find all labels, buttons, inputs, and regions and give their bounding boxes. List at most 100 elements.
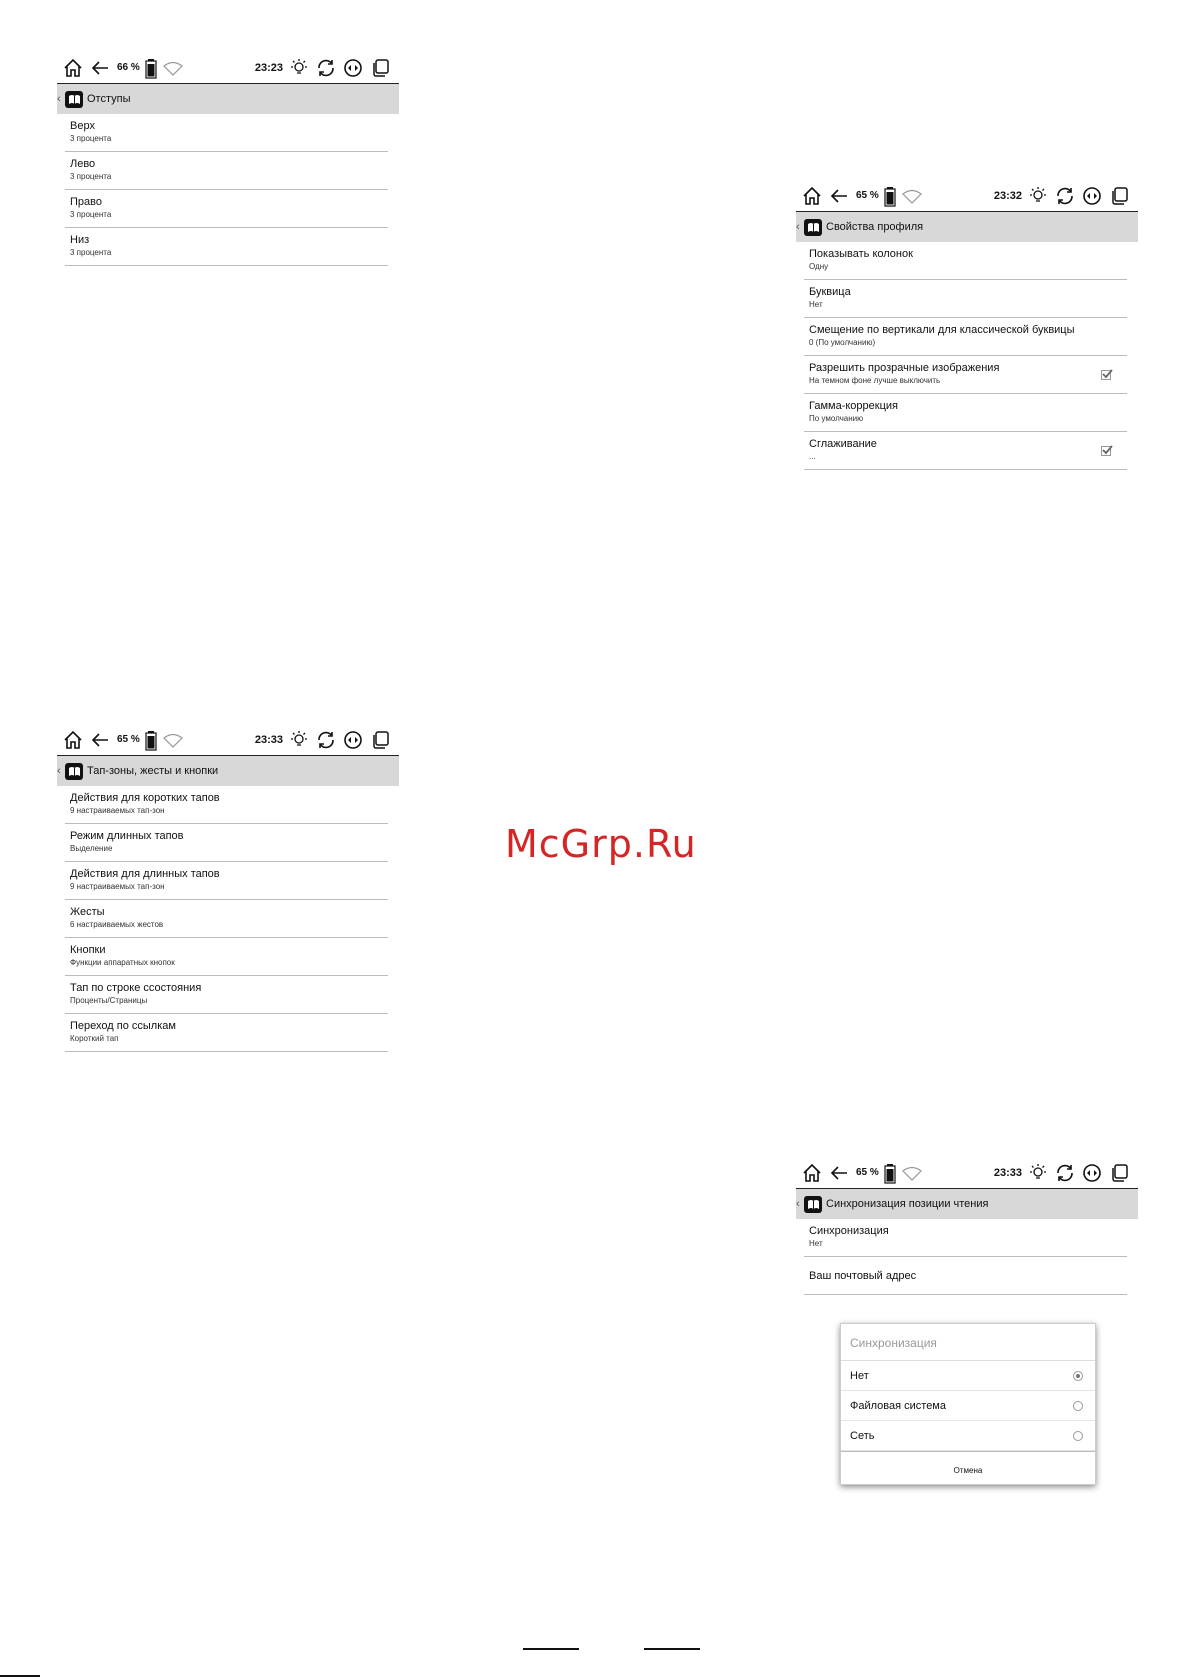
page-turn-icon[interactable] <box>1080 1161 1104 1185</box>
settings-item[interactable]: Тап по строке ссостояния Проценты/Страниц… <box>65 976 388 1014</box>
frontlight-icon[interactable] <box>287 728 311 752</box>
divider <box>644 1648 700 1650</box>
settings-item-value: 9 настраиваемых тап-зон <box>70 806 165 815</box>
wifi-icon[interactable] <box>900 1161 924 1185</box>
title-bar[interactable]: ‹ Отступы <box>57 84 399 114</box>
checkbox-checked-icon[interactable] <box>1101 445 1113 456</box>
book-icon <box>804 1195 822 1213</box>
settings-item[interactable]: Кнопки Функции аппаратных кнопок <box>65 938 388 976</box>
settings-item[interactable]: Гамма-коррекция По умолчанию <box>804 394 1127 432</box>
settings-item-label: Лево <box>70 158 96 170</box>
device-screen: 65 % 23:32 ‹ Свойства профиля Показывать кол… <box>796 180 1138 470</box>
settings-item[interactable]: Действия для коротких тапов 9 настраиваем… <box>65 786 388 824</box>
title-bar[interactable]: ‹ Свойства профиля <box>796 212 1138 242</box>
settings-item[interactable]: Синхронизация Нет <box>804 1219 1127 1257</box>
back-arrow-icon[interactable] <box>827 184 851 208</box>
chevron-left-icon[interactable]: ‹ <box>796 1198 802 1210</box>
checkbox-checked-icon[interactable] <box>1101 369 1113 380</box>
settings-item-label: Переход по ссылкам <box>70 1020 176 1032</box>
settings-item-label: Кнопки <box>70 944 106 956</box>
divider <box>523 1648 579 1650</box>
settings-item[interactable]: Ваш почтовый адрес <box>804 1257 1127 1295</box>
settings-item-label: Низ <box>70 234 90 246</box>
settings-item[interactable]: Показывать колонок Одну <box>804 242 1127 280</box>
settings-item[interactable]: Верх 3 процента <box>65 114 388 152</box>
settings-item[interactable]: Действия для длинных тапов 9 настраиваемы… <box>65 862 388 900</box>
dialog-option-network[interactable]: Сеть <box>841 1421 1095 1451</box>
settings-item-label: Гамма-коррекция <box>809 400 898 412</box>
settings-item[interactable]: Буквица Нет <box>804 280 1127 318</box>
settings-item[interactable]: Лево 3 процента <box>65 152 388 190</box>
refresh-icon[interactable] <box>314 56 338 80</box>
settings-item[interactable]: Сглаживание... <box>804 432 1127 470</box>
wifi-icon[interactable] <box>161 728 185 752</box>
back-arrow-icon[interactable] <box>827 1161 851 1185</box>
dialog-option-label: Сеть <box>850 1429 875 1442</box>
home-icon[interactable] <box>800 1161 824 1185</box>
settings-item-label: Действия для коротких тапов <box>70 792 220 804</box>
device-screen: 65 % 23:33 ‹ Тап-зоны, жесты и кнопки Действ… <box>57 724 399 1052</box>
page-title: Синхронизация позиции чтения <box>826 1198 989 1210</box>
clock-time: 23:33 <box>254 733 283 746</box>
refresh-icon[interactable] <box>314 728 338 752</box>
chevron-left-icon[interactable]: ‹ <box>57 765 63 777</box>
chevron-left-icon[interactable]: ‹ <box>796 221 802 233</box>
tasks-icon[interactable] <box>368 56 392 80</box>
refresh-icon[interactable] <box>1053 1161 1077 1185</box>
settings-item-label: Режим длинных тапов <box>70 830 184 842</box>
page-turn-icon[interactable] <box>341 728 365 752</box>
page-turn-icon[interactable] <box>1080 184 1104 208</box>
dialog-option-label: Нет <box>850 1369 869 1382</box>
refresh-icon[interactable] <box>1053 184 1077 208</box>
status-bar: 65 % 23:33 <box>796 1157 1138 1189</box>
title-bar[interactable]: ‹ Тап-зоны, жесты и кнопки <box>57 756 399 786</box>
frontlight-icon[interactable] <box>287 56 311 80</box>
settings-item-label: Смещение по вертикали для классической б… <box>809 324 1075 336</box>
settings-item-value: По умолчанию <box>809 414 864 423</box>
settings-item[interactable]: Право 3 процента <box>65 190 388 228</box>
settings-item[interactable]: Низ 3 процента <box>65 228 388 266</box>
battery-icon <box>144 56 158 80</box>
chevron-left-icon[interactable]: ‹ <box>57 93 63 105</box>
back-arrow-icon[interactable] <box>88 56 112 80</box>
dialog-option-filesystem[interactable]: Файловая система <box>841 1391 1095 1421</box>
clock-time: 23:23 <box>254 61 283 74</box>
home-icon[interactable] <box>800 184 824 208</box>
dialog-option-none[interactable]: Нет <box>841 1361 1095 1391</box>
settings-item[interactable]: Переход по ссылкам Короткий тап <box>65 1014 388 1052</box>
settings-item-value: Короткий тап <box>70 1034 119 1043</box>
dialog-option-label: Файловая система <box>850 1399 946 1412</box>
tasks-icon[interactable] <box>1107 1161 1131 1185</box>
settings-item[interactable]: Жесты 6 настраиваемых жестов <box>65 900 388 938</box>
cancel-button[interactable]: Отмена <box>841 1451 1095 1488</box>
status-bar: 65 % 23:32 <box>796 180 1138 212</box>
clock-time: 23:33 <box>993 1166 1022 1179</box>
settings-item[interactable]: Режим длинных тапов Выделение <box>65 824 388 862</box>
divider <box>0 1675 40 1677</box>
tasks-icon[interactable] <box>1107 184 1131 208</box>
radio-icon[interactable] <box>1073 1400 1083 1411</box>
frontlight-icon[interactable] <box>1026 1161 1050 1185</box>
title-bar[interactable]: ‹ Синхронизация позиции чтения <box>796 1189 1138 1219</box>
watermark: McGrp.Ru <box>505 822 697 866</box>
battery-percent: 65 % <box>856 1167 879 1178</box>
wifi-icon[interactable] <box>900 184 924 208</box>
back-arrow-icon[interactable] <box>88 728 112 752</box>
tasks-icon[interactable] <box>368 728 392 752</box>
home-icon[interactable] <box>61 56 85 80</box>
radio-selected-icon[interactable] <box>1073 1370 1083 1381</box>
page-turn-icon[interactable] <box>341 56 365 80</box>
wifi-icon[interactable] <box>161 56 185 80</box>
battery-icon <box>144 728 158 752</box>
radio-icon[interactable] <box>1073 1430 1083 1441</box>
settings-item-label: Показывать колонок <box>809 248 913 260</box>
home-icon[interactable] <box>61 728 85 752</box>
settings-item[interactable]: Смещение по вертикали для классической б… <box>804 318 1127 356</box>
frontlight-icon[interactable] <box>1026 184 1050 208</box>
settings-item[interactable]: Разрешить прозрачные изображения На темно… <box>804 356 1127 394</box>
book-icon <box>804 218 822 236</box>
settings-item-value: Функции аппаратных кнопок <box>70 958 175 967</box>
battery-icon <box>883 1161 897 1185</box>
status-bar: 66 % 23:23 <box>57 52 399 84</box>
settings-item-value: 9 настраиваемых тап-зон <box>70 882 165 891</box>
